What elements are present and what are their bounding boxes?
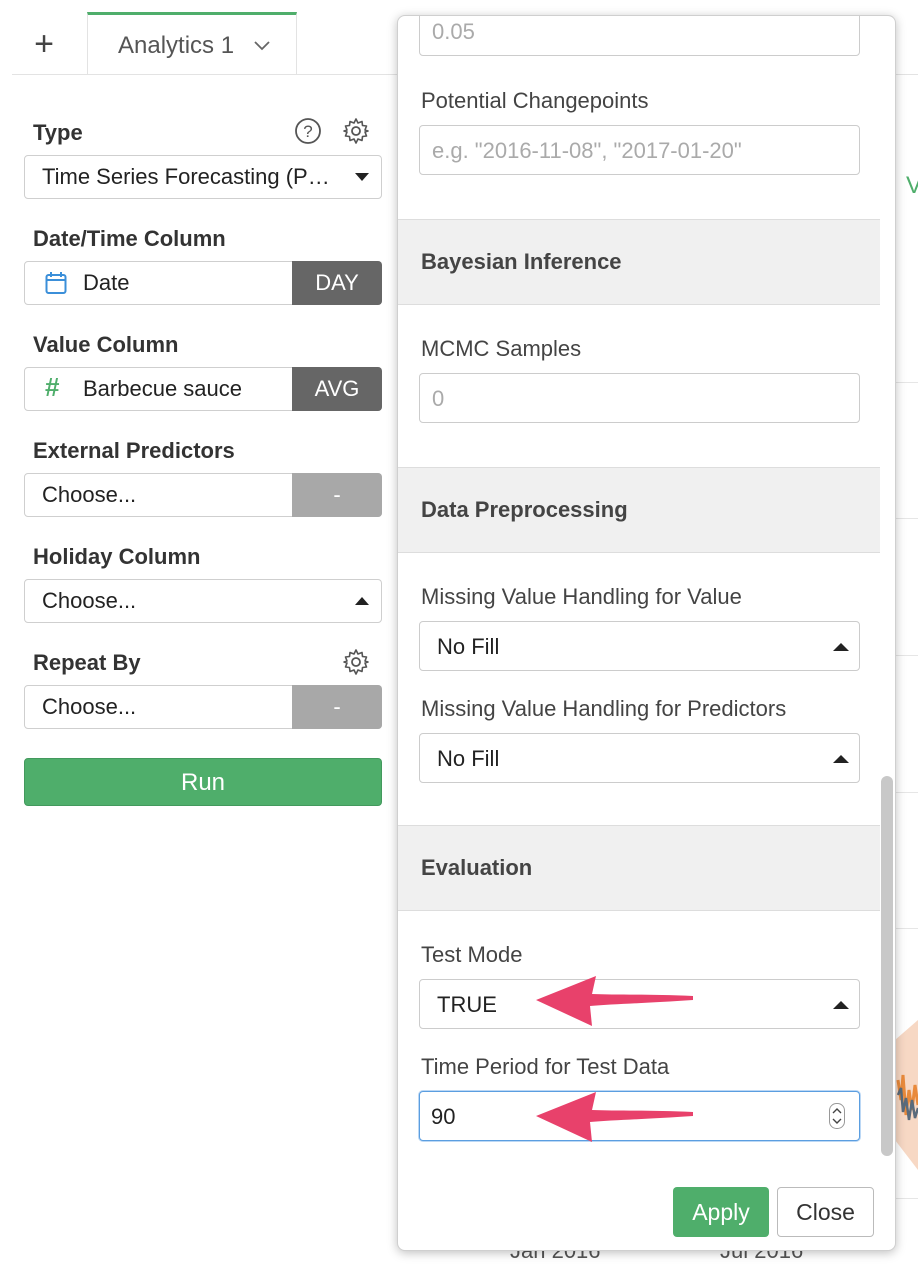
changepoint-prior-value: 0.05 <box>432 19 475 44</box>
background-partial-text: V <box>906 172 918 199</box>
model-parameters-dialog: 0.05 Potential Changepoints e.g. "2016-1… <box>397 15 896 1251</box>
svg-text:?: ? <box>303 122 312 141</box>
holiday-column-value: Choose... <box>42 588 137 613</box>
annotation-arrow-icon <box>536 976 693 1026</box>
repeat-by-value: Choose... <box>42 694 137 719</box>
tab-label: Analytics 1 <box>118 32 235 59</box>
value-column-label: Value Column <box>33 332 179 357</box>
date-column-field[interactable]: Date <box>25 262 292 304</box>
data-preprocessing-section: Data Preprocessing <box>398 467 880 553</box>
close-button[interactable]: Close <box>777 1187 874 1237</box>
apply-button[interactable]: Apply <box>673 1187 769 1237</box>
date-column-value: Date <box>83 270 130 295</box>
missing-predictors-select[interactable]: No Fill <box>419 733 860 783</box>
caret-down-icon <box>355 173 369 181</box>
mcmc-samples-placeholder: 0 <box>432 386 445 411</box>
caret-up-icon <box>355 597 369 605</box>
holiday-column-label: Holiday Column <box>33 544 201 569</box>
section-title: Evaluation <box>421 855 533 880</box>
mcmc-samples-input[interactable]: 0 <box>419 373 860 423</box>
type-label: Type <box>33 120 83 145</box>
section-title: Bayesian Inference <box>421 249 622 274</box>
date-column-label: Date/Time Column <box>33 226 226 251</box>
missing-value-label: Missing Value Handling for Value <box>421 584 742 609</box>
run-button[interactable]: Run <box>24 758 382 806</box>
help-icon[interactable]: ? <box>294 117 322 145</box>
background-chart-series <box>895 1020 918 1170</box>
value-column-field[interactable]: # Barbecue sauce <box>25 368 292 410</box>
chevron-down-icon[interactable] <box>252 39 272 53</box>
value-column-value: Barbecue sauce <box>83 376 242 401</box>
type-select[interactable]: Time Series Forecasting (P… <box>24 155 382 199</box>
test-mode-value: TRUE <box>437 992 497 1017</box>
caret-up-icon <box>833 643 849 651</box>
date-column-select[interactable]: Date DAY <box>24 261 382 305</box>
missing-predictors-label: Missing Value Handling for Predictors <box>421 696 787 721</box>
annotation-arrow-icon <box>536 1092 693 1142</box>
aggregation-button[interactable]: AVG <box>292 367 382 411</box>
external-predictors-label: External Predictors <box>33 438 235 463</box>
caret-up-icon <box>833 755 849 763</box>
gear-icon[interactable] <box>342 648 370 676</box>
date-unit-button[interactable]: DAY <box>292 261 382 305</box>
number-spinner-icon[interactable] <box>829 1103 845 1129</box>
external-predictors-field[interactable]: Choose... <box>25 474 292 516</box>
repeat-by-label: Repeat By <box>33 650 141 675</box>
evaluation-section: Evaluation <box>398 825 880 911</box>
test-mode-label: Test Mode <box>421 942 523 967</box>
type-select-value: Time Series Forecasting (P… <box>42 164 330 189</box>
potential-changepoints-placeholder: e.g. "2016-11-08", "2017-01-20" <box>432 138 742 163</box>
analytics-config-panel: Type ? Time Series Forecasting (P… Date/… <box>12 75 398 1286</box>
bayesian-inference-section: Bayesian Inference <box>398 219 880 305</box>
potential-changepoints-input[interactable]: e.g. "2016-11-08", "2017-01-20" <box>419 125 860 175</box>
holiday-column-select[interactable]: Choose... <box>24 579 382 623</box>
value-column-select[interactable]: # Barbecue sauce AVG <box>24 367 382 411</box>
gear-icon[interactable] <box>342 117 370 145</box>
calendar-icon <box>45 272 67 294</box>
repeat-by-field[interactable]: Choose... <box>25 686 292 728</box>
potential-changepoints-label: Potential Changepoints <box>421 88 649 113</box>
caret-up-icon <box>833 1001 849 1009</box>
dialog-scrollbar[interactable] <box>881 776 893 1156</box>
section-title: Data Preprocessing <box>421 497 628 522</box>
changepoint-prior-input[interactable]: 0.05 <box>419 16 860 56</box>
repeat-by-aggregation-button[interactable]: - <box>292 685 382 729</box>
external-predictors-select[interactable]: Choose... - <box>24 473 382 517</box>
test-period-value: 90 <box>431 1104 456 1129</box>
external-predictors-aggregation-button[interactable]: - <box>292 473 382 517</box>
add-tab-button[interactable]: + <box>22 22 66 66</box>
missing-value-value: No Fill <box>437 634 500 659</box>
missing-predictors-value: No Fill <box>437 746 500 771</box>
external-predictors-value: Choose... <box>42 482 137 507</box>
tab-analytics-1[interactable]: Analytics 1 <box>87 12 297 76</box>
repeat-by-select[interactable]: Choose... - <box>24 685 382 729</box>
test-period-label: Time Period for Test Data <box>421 1054 670 1079</box>
mcmc-samples-label: MCMC Samples <box>421 336 582 361</box>
missing-value-select[interactable]: No Fill <box>419 621 860 671</box>
numeric-hash-icon: # <box>45 372 60 402</box>
